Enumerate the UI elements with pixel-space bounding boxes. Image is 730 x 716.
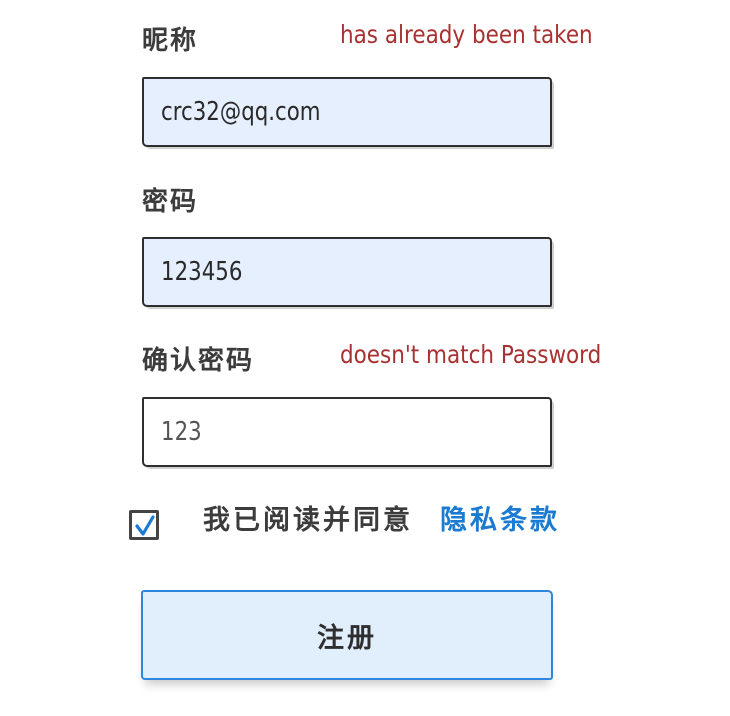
confirm-password-error: doesn't match Password — [340, 340, 602, 369]
nickname-value: crc32@qq.com — [161, 97, 321, 127]
register-button[interactable]: 注册 — [141, 590, 553, 680]
privacy-policy-link[interactable]: 隐私条款 — [440, 507, 560, 534]
nickname-error: has already been taken — [340, 20, 593, 49]
confirm-password-label: 确认密码 — [142, 346, 255, 376]
nickname-field[interactable]: crc32@qq.com — [142, 77, 552, 147]
password-field[interactable]: 123456 — [142, 237, 552, 307]
agreement-text: 我已阅读并同意 — [203, 505, 413, 536]
confirm-password-value: 123 — [161, 417, 202, 447]
register-button-label: 注册 — [317, 622, 377, 654]
nickname-label: 昵称 — [142, 26, 199, 56]
confirm-password-field[interactable]: 123 — [142, 397, 552, 467]
agreement-checkbox[interactable] — [129, 510, 159, 540]
password-label: 密码 — [142, 187, 199, 217]
password-value: 123456 — [161, 257, 243, 287]
checkmark-icon — [135, 515, 155, 536]
